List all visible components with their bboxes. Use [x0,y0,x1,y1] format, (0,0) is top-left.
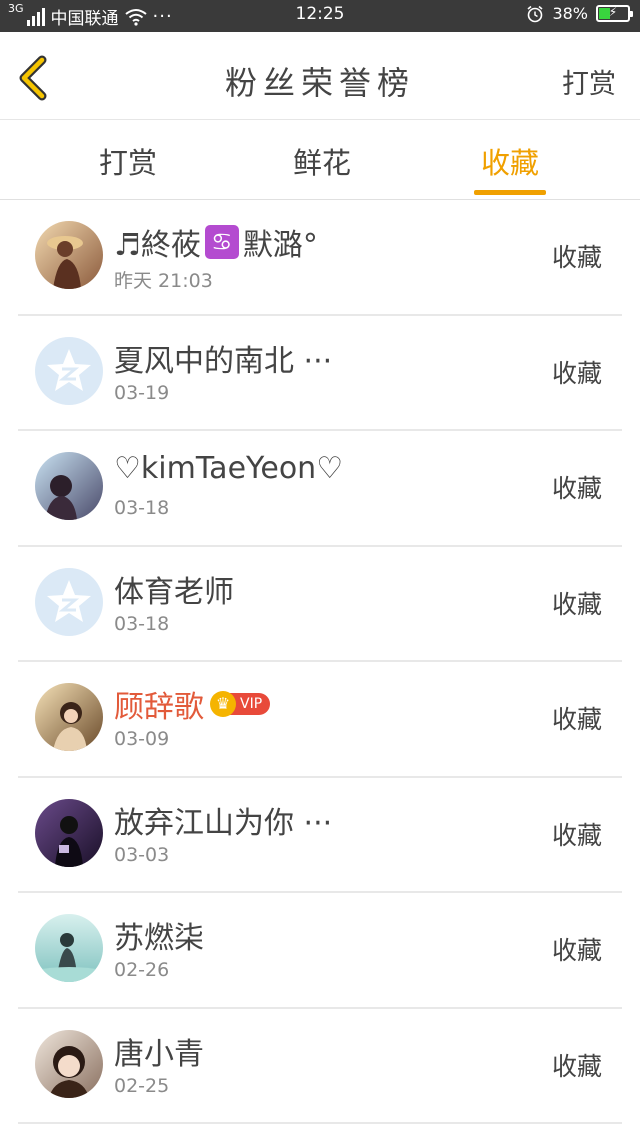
list-item[interactable]: ♡kimTaeYeon♡ 03-18 收藏 [18,431,622,547]
fan-date: 昨天 21:03 [114,270,213,292]
fan-name: 苏燃柒 [114,921,204,956]
favorite-label: 收藏 [551,243,602,272]
favorite-label: 收藏 [551,936,602,965]
fan-name: 放弃江山为你 ··· [114,805,333,841]
crown-icon: ♛ [210,691,236,717]
fan-date: 02-26 [114,959,170,981]
avatar [35,798,103,867]
page-title: 粉丝荣誉榜 [224,64,415,102]
default-avatar-icon [35,567,103,636]
active-tab-indicator [474,190,546,195]
tab-flowers[interactable]: 鲜花 [252,140,392,182]
fan-name: ♬終莜 ♋ 默潞° [114,220,318,264]
favorite-label: 收藏 [551,1051,602,1081]
avatar [35,1029,103,1098]
fan-date: 03-18 [114,612,170,635]
battery-percent: 38% [552,4,588,23]
list-item[interactable]: 夏风中的南北 ··· 03-19 收藏 [18,316,622,431]
list-item[interactable]: 体育老师 03-18 收藏 [18,547,622,662]
fan-name: 体育老师 [114,574,234,610]
favorite-label: 收藏 [551,474,602,503]
fan-name-suffix: 默潞° [242,228,318,263]
default-avatar-icon [35,336,103,405]
favorite-label: 收藏 [551,589,602,619]
vip-badge: ♛ VIP [210,691,271,717]
fan-date: 02-25 [114,1074,170,1097]
tab-reward[interactable]: 打赏 [58,140,198,182]
list-item[interactable]: 唐小青 02-25 收藏 [18,1009,622,1124]
list-item[interactable]: ♬終莜 ♋ 默潞° 昨天 21:03 收藏 [18,200,622,316]
fan-name: 夏风中的南北 ··· [114,343,333,379]
fan-date: 03-18 [114,497,170,519]
fan-date: 03-09 [114,728,170,750]
fan-name: ♡kimTaeYeon♡ [114,451,344,486]
list-item[interactable]: 顾辞歌 ♛ VIP 03-09 收藏 [18,662,622,778]
fan-name-prefix: ♬終莜 [114,228,201,263]
battery-icon: ⚡ [596,5,633,22]
favorite-label: 收藏 [551,705,602,734]
tab-favorites[interactable]: 收藏 [440,140,580,182]
avatar [35,914,103,982]
fan-name: 唐小青 [114,1036,204,1072]
fan-name: 顾辞歌 ♛ VIP [114,682,271,726]
status-bar: 3G 中国联通 ··· 12:25 38% ⚡ [0,0,640,32]
reward-button[interactable]: 打赏 [562,62,616,101]
favorite-label: 收藏 [551,358,602,388]
avatar [35,452,103,520]
fans-list: ♬終莜 ♋ 默潞° 昨天 21:03 收藏 夏风中的南北 ··· 03-19 收藏 … [18,200,622,1124]
avatar [35,683,103,751]
fan-name-text: 顾辞歌 [114,690,204,725]
nav-header: 粉丝荣誉榜 打赏 [0,32,640,120]
favorite-label: 收藏 [551,820,602,850]
list-item[interactable]: 放弃江山为你 ··· 03-03 收藏 [18,778,622,893]
fan-date: 03-03 [114,843,170,866]
alarm-icon [527,5,543,22]
fan-date: 03-19 [114,381,170,404]
avatar [35,221,103,289]
tab-bar: 打赏 鲜花 收藏 [0,120,640,200]
list-item[interactable]: 苏燃柒 02-26 收藏 [18,893,622,1009]
zodiac-cancer-icon: ♋ [204,225,239,259]
